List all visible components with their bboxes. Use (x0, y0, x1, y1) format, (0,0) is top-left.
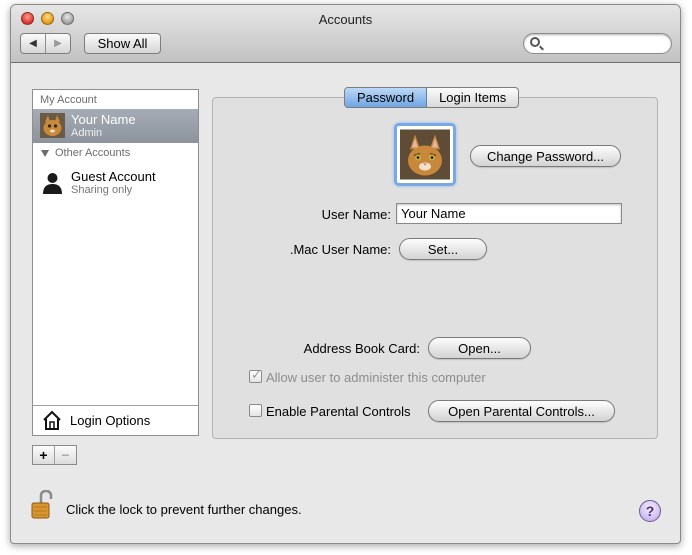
window-title: Accounts (318, 12, 373, 27)
add-account-button[interactable]: + (33, 446, 54, 464)
user-name-field[interactable]: Your Name (396, 203, 622, 224)
show-all-button[interactable]: Show All (84, 33, 161, 54)
open-lock-icon[interactable] (31, 490, 53, 520)
house-icon (43, 410, 61, 430)
allow-admin-checkbox[interactable] (249, 367, 262, 383)
mac-user-name-label: .Mac User Name: (289, 242, 391, 257)
cat-photo-icon (40, 113, 65, 138)
add-remove-control: + − (32, 445, 77, 465)
accounts-window: Accounts ◀ ▶ Show All My Account Your Na… (10, 4, 681, 544)
person-silhouette-icon (43, 173, 62, 194)
user-name-label: User Name: (321, 207, 391, 222)
search-field[interactable] (523, 33, 672, 54)
login-options-row[interactable]: Login Options (33, 405, 198, 435)
title-bar: Accounts ◀ ▶ Show All (11, 5, 680, 63)
open-parental-controls-button[interactable]: Open Parental Controls... (428, 400, 615, 422)
allow-admin-label: Allow user to administer this computer (266, 370, 486, 385)
user-picture-well[interactable] (394, 123, 456, 186)
parental-controls-checkbox[interactable] (249, 404, 262, 417)
account-row-your-name[interactable]: Your Name Admin (33, 109, 198, 143)
tab-bar: Password Login Items (344, 87, 520, 108)
search-icon (530, 37, 540, 47)
accounts-sidebar: My Account Your Name Admin Other Account… (32, 89, 199, 436)
account-name: Guest Account (71, 169, 156, 184)
change-password-button[interactable]: Change Password... (470, 145, 621, 167)
other-accounts-header: Other Accounts (55, 147, 131, 159)
open-address-book-button[interactable]: Open... (428, 337, 531, 359)
account-name: Your Name (71, 112, 136, 127)
parental-controls-label: Enable Parental Controls (266, 404, 411, 419)
remove-account-button[interactable]: − (54, 446, 76, 464)
account-role: Admin (71, 127, 103, 139)
address-book-label: Address Book Card: (303, 341, 420, 356)
back-button[interactable]: ◀ (21, 34, 45, 53)
back-forward-control: ◀ ▶ (20, 33, 71, 54)
my-account-header: My Account (40, 94, 97, 106)
cat-photo-icon (400, 129, 450, 180)
forward-button[interactable]: ▶ (45, 34, 70, 53)
login-options-label: Login Options (70, 413, 151, 428)
help-icon[interactable]: ? (639, 500, 661, 522)
account-row-guest[interactable]: Guest Account Sharing only (33, 166, 198, 200)
account-role: Sharing only (71, 184, 133, 196)
tab-login-items[interactable]: Login Items (427, 88, 518, 107)
set-mac-name-button[interactable]: Set... (399, 238, 487, 260)
tab-password[interactable]: Password (345, 88, 428, 107)
disclosure-triangle-icon[interactable] (41, 150, 49, 157)
lock-status-text: Click the lock to prevent further change… (66, 502, 302, 517)
